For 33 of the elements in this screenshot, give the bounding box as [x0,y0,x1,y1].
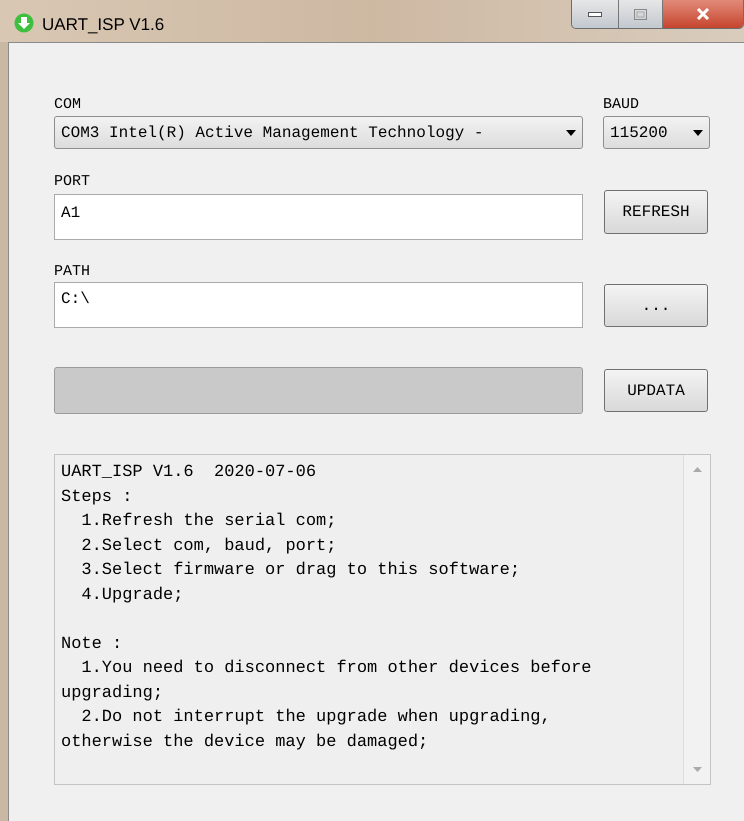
log-line: 2.Select com, baud, port; [80,536,338,558]
log-line: UART_ISP V1.6 2020-07-06 [61,462,318,484]
refresh-button[interactable]: REFRESH [604,190,708,234]
close-button[interactable] [663,0,743,28]
maximize-button[interactable] [619,0,663,28]
scroll-up-icon [692,467,702,472]
baud-label: BAUD [603,95,640,115]
log-line: Note : [61,634,124,656]
minimize-icon [588,12,602,16]
log-line: 4.Upgrade; [80,584,184,606]
path-label: PATH [54,262,92,282]
close-icon [696,8,710,20]
log-line: 1.You need to disconnect from other devices before upgrading; [61,658,592,704]
baud-dropdown[interactable]: 115200 [603,116,710,149]
com-dropdown[interactable]: COM3 Intel(R) Active Management Technology - [54,116,583,149]
window-title: UART_ISP V1.6 [42,14,164,36]
com-label: COM [54,95,82,115]
port-field[interactable]: A1 [54,194,583,240]
log-line: 2.Do not interrupt the upgrade when upgrading, otherwise the device may be damaged; [61,707,552,754]
dropdown-arrow-icon [693,130,703,136]
scroll-down-icon [692,767,702,772]
minimize-button[interactable] [572,0,619,28]
log-line: Steps : [61,486,134,508]
log-text-area[interactable] [54,454,711,785]
log-line: 1.Refresh the serial com; [80,511,338,533]
maximize-icon [634,8,647,20]
path-field[interactable]: C:\ [54,282,583,328]
browse-button[interactable]: ... [604,284,708,327]
update-button[interactable]: UPDATA [604,369,708,412]
dropdown-arrow-icon [566,130,576,136]
app-icon [14,13,34,33]
port-label: PORT [54,172,92,192]
log-line: 3.Select firmware or drag to this software; [80,560,522,582]
